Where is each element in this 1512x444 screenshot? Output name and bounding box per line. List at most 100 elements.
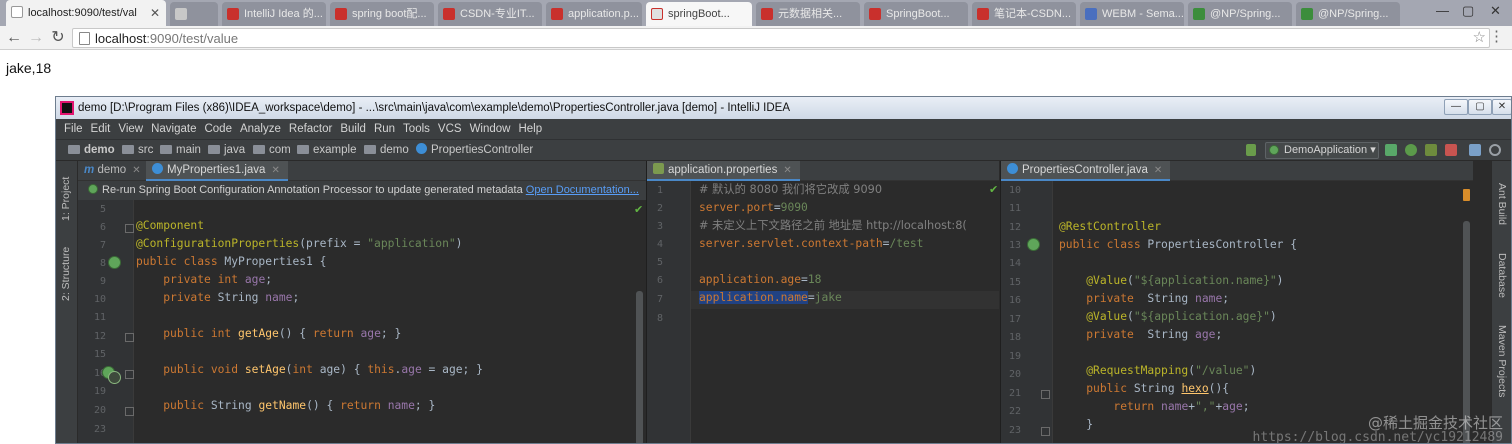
spring-bean-icon[interactable] — [1027, 238, 1040, 251]
analysis-ok-icon: ✔ — [989, 184, 999, 196]
open-documentation-link[interactable]: Open Documentation... — [526, 184, 639, 196]
url-input[interactable]: localhost:9090/test/value — [72, 28, 1490, 48]
fold-icon[interactable] — [1041, 427, 1050, 436]
analysis-ok-icon: ✔ — [634, 204, 644, 216]
browser-tab[interactable]: @NP/Spring... — [1296, 2, 1400, 26]
ide-maximize-icon[interactable]: ▢ — [1468, 99, 1492, 115]
fold-icon[interactable] — [125, 333, 134, 342]
editor-tabbar: application.properties ✕ — [647, 161, 999, 181]
browser-tab[interactable]: springBoot... — [646, 2, 752, 26]
csdn-favicon-icon — [869, 8, 881, 20]
minimize-icon[interactable]: — — [1436, 0, 1449, 26]
menu-analyze[interactable]: Analyze — [236, 119, 285, 139]
warning-marker[interactable] — [1463, 189, 1470, 201]
breadcrumb-item-java[interactable]: java — [208, 140, 245, 160]
close-tab-icon[interactable]: ✕ — [271, 165, 279, 176]
browser-tab[interactable]: WEBM - Sema... — [1080, 2, 1184, 26]
debug-icon[interactable] — [1405, 144, 1417, 156]
breadcrumb-item-demo[interactable]: demo — [68, 140, 115, 160]
fold-icon[interactable] — [125, 224, 134, 233]
favicon-icon — [651, 8, 663, 20]
browser-tab[interactable]: SpringBoot... — [864, 2, 968, 26]
menu-code[interactable]: Code — [200, 119, 236, 139]
rerun-icon[interactable] — [1385, 144, 1397, 156]
menu-navigate[interactable]: Navigate — [147, 119, 200, 139]
menu-edit[interactable]: Edit — [87, 119, 115, 139]
code-controller: @RestController public class PropertiesC… — [1059, 220, 1298, 431]
stop-icon[interactable] — [1445, 144, 1457, 156]
spring-bean-icon[interactable] — [108, 256, 121, 269]
class-icon — [152, 163, 163, 174]
tab-demo[interactable]: m demo ✕ — [78, 161, 149, 181]
close-tab-icon[interactable]: ✕ — [783, 165, 791, 176]
tab-application-properties[interactable]: application.properties ✕ — [647, 161, 800, 181]
close-window-icon[interactable]: ✕ — [1490, 0, 1501, 26]
menu-help[interactable]: Help — [514, 119, 546, 139]
search-icon[interactable] — [1489, 144, 1501, 156]
tab-properties-controller[interactable]: PropertiesController.java ✕ — [1001, 161, 1171, 181]
folder-icon — [208, 145, 220, 154]
close-tab-icon[interactable]: ✕ — [1154, 165, 1162, 176]
breadcrumb-item-com[interactable]: com — [253, 140, 291, 160]
run-config-select[interactable]: DemoApplication ▾ — [1265, 142, 1379, 159]
menu-build[interactable]: Build — [336, 119, 370, 139]
editor-scrollbar[interactable] — [636, 291, 643, 443]
ide-minimize-icon[interactable]: — — [1444, 99, 1468, 115]
menu-kebab-icon[interactable]: ⋮ — [1489, 27, 1504, 45]
intellij-window: demo [D:\Program Files (x86)\IDEA_worksp… — [55, 96, 1512, 444]
editor-pane-controller: PropertiesController.java ✕ 10 11 12 13 1… — [1000, 161, 1473, 443]
menu-view[interactable]: View — [114, 119, 147, 139]
reload-icon[interactable]: ↻ — [48, 28, 68, 48]
browser-tab-active[interactable]: localhost:9090/test/val ✕ — [6, 0, 166, 26]
browser-tab[interactable]: 笔记本-CSDN... — [972, 2, 1076, 26]
tool-structure[interactable]: 2: Structure — [60, 247, 72, 301]
tool-project[interactable]: 1: Project — [60, 177, 72, 221]
right-tool-strip: Ant Build Database Maven Projects — [1491, 161, 1511, 443]
code-properties: # 默认的 8080 我们将它改成 9090 server.port=9090 … — [699, 183, 967, 304]
tab-myproperties[interactable]: MyProperties1.java ✕ — [146, 161, 288, 181]
override-icon[interactable] — [108, 371, 121, 384]
back-arrow-icon[interactable]: ← — [4, 28, 24, 48]
breadcrumb-item-main[interactable]: main — [160, 140, 201, 160]
browser-tab[interactable]: application.p... — [546, 2, 642, 26]
fold-icon[interactable] — [125, 407, 134, 416]
tool-maven-projects[interactable]: Maven Projects — [1496, 325, 1508, 397]
bookmark-star-icon[interactable]: ☆ — [1473, 28, 1486, 46]
menu-file[interactable]: File — [56, 119, 87, 139]
close-tab-icon[interactable]: ✕ — [132, 165, 140, 176]
browser-tab[interactable]: IntelliJ Idea 的... — [222, 2, 326, 26]
line-gutter — [1001, 181, 1053, 443]
build-icon[interactable] — [1246, 144, 1256, 156]
menu-window[interactable]: Window — [466, 119, 515, 139]
class-icon — [1007, 163, 1018, 174]
browser-tab[interactable] — [170, 2, 218, 26]
browser-tab[interactable]: CSDN-专业IT... — [438, 2, 542, 26]
menu-tools[interactable]: Tools — [399, 119, 434, 139]
close-tab-icon[interactable]: ✕ — [150, 0, 160, 26]
page-icon — [11, 6, 23, 18]
menu-vcs[interactable]: VCS — [434, 119, 466, 139]
maximize-icon[interactable]: ▢ — [1462, 0, 1474, 26]
folder-icon — [122, 145, 134, 154]
tool-database[interactable]: Database — [1496, 253, 1508, 298]
forward-arrow-icon[interactable]: → — [26, 28, 46, 48]
menu-refactor[interactable]: Refactor — [285, 119, 336, 139]
browser-tab[interactable]: @NP/Spring... — [1188, 2, 1292, 26]
tool-ant-build[interactable]: Ant Build — [1496, 183, 1508, 225]
menu-run[interactable]: Run — [370, 119, 399, 139]
ide-close-icon[interactable]: ✕ — [1492, 99, 1511, 115]
favicon-icon — [1193, 8, 1205, 20]
coverage-icon[interactable] — [1425, 144, 1437, 156]
project-structure-icon[interactable] — [1469, 144, 1481, 156]
browser-tab[interactable]: 元数据相关... — [756, 2, 860, 26]
breadcrumb-item-class[interactable]: PropertiesController — [416, 140, 533, 160]
breadcrumb-item-example[interactable]: example — [297, 140, 356, 160]
fold-icon[interactable] — [1041, 390, 1050, 399]
fold-icon[interactable] — [125, 370, 134, 379]
breadcrumb-item-demo-pkg[interactable]: demo — [364, 140, 409, 160]
breadcrumb-item-src[interactable]: src — [122, 140, 153, 160]
editor-scrollbar[interactable] — [1463, 221, 1470, 443]
browser-tabstrip: localhost:9090/test/val ✕ IntelliJ Idea … — [0, 0, 1512, 26]
metadata-notice: Re-run Spring Boot Configuration Annotat… — [78, 181, 646, 200]
browser-tab[interactable]: spring boot配... — [330, 2, 434, 26]
